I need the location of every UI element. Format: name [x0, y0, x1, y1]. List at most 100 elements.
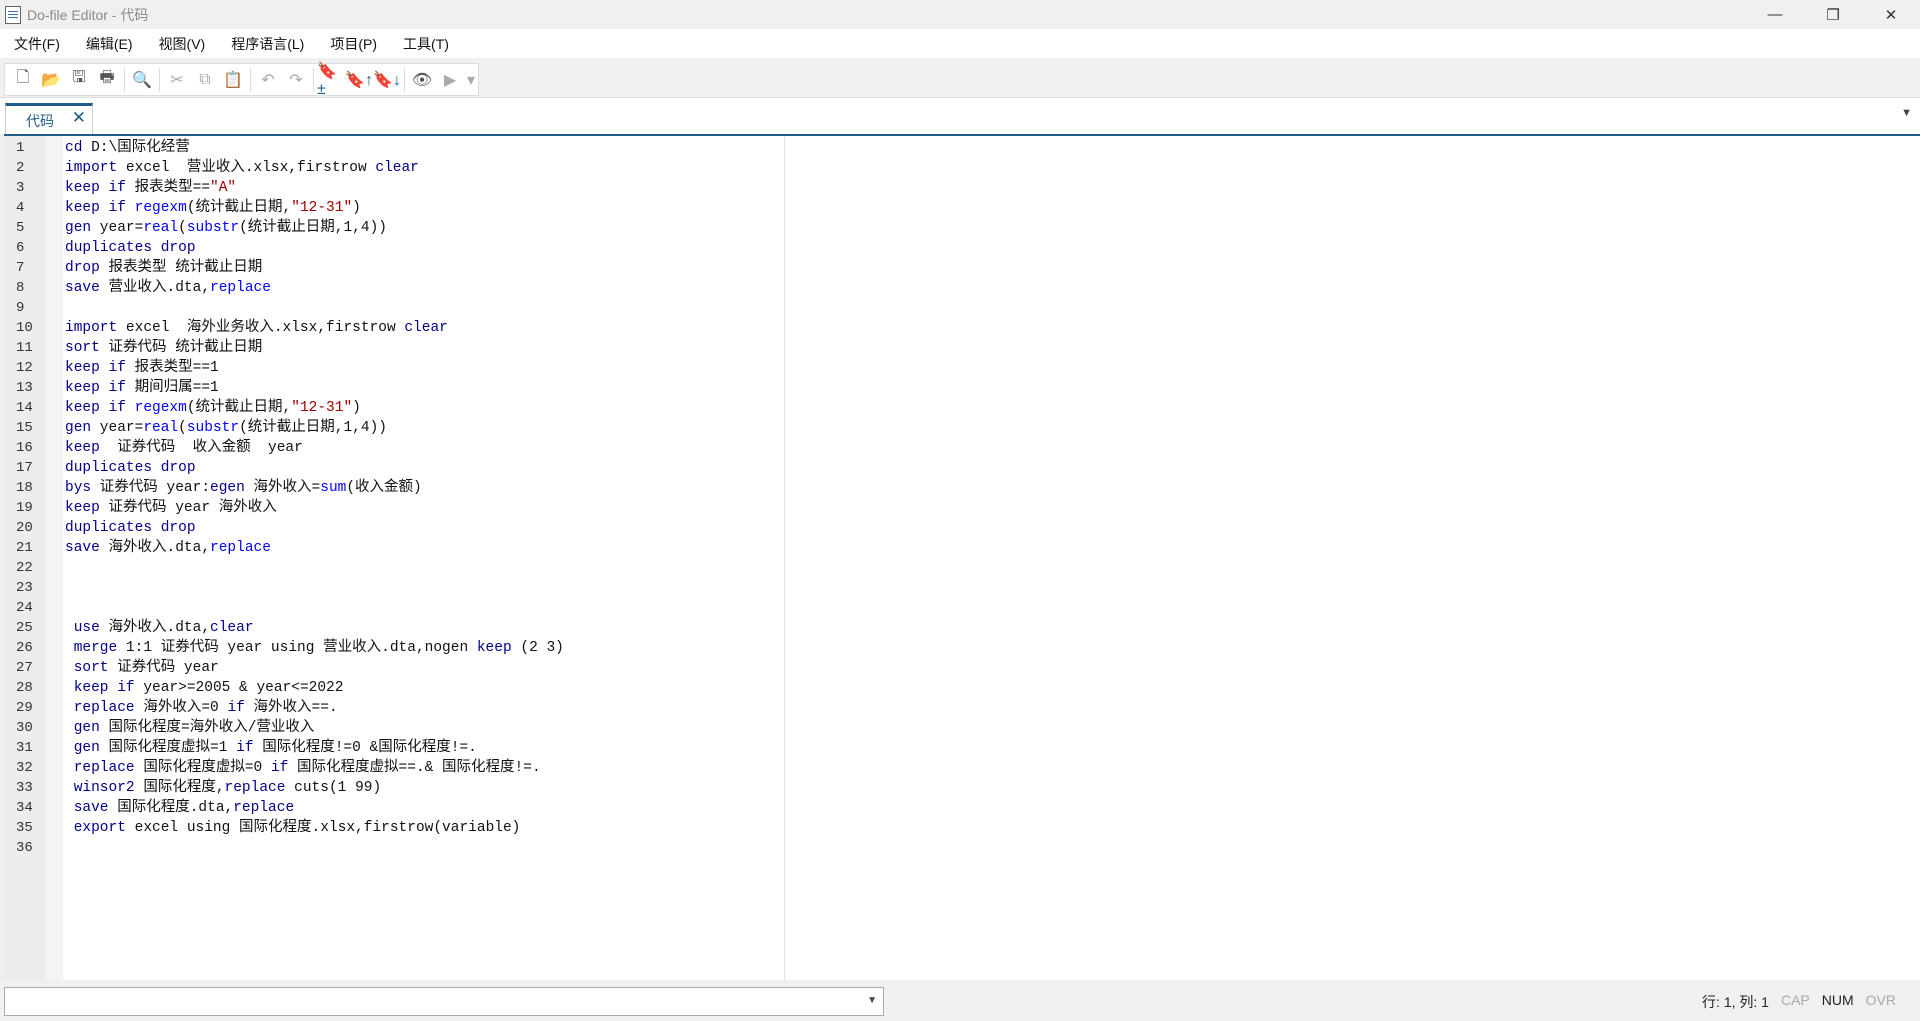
code-line[interactable]: 11 sort 证券代码 统计截止日期 [4, 338, 1920, 358]
redo-icon[interactable]: ↷ [282, 67, 310, 93]
code-line[interactable]: 34 save 国际化程度.dta,replace [4, 798, 1920, 818]
code-line[interactable]: 1 cd D:\国际化经营 [4, 138, 1920, 158]
code-line[interactable]: 8 save 营业收入.dta,replace [4, 278, 1920, 298]
open-folder-icon[interactable]: 📂 [37, 67, 65, 93]
find-icon[interactable]: 🔍 [128, 67, 156, 93]
line-number: 25 [16, 620, 33, 636]
menu-file[interactable]: 文件(F) [0, 34, 72, 54]
code-line[interactable]: 5 gen year=real(substr(统计截止日期,1,4)) [4, 218, 1920, 238]
command-dropdown-icon[interactable]: ▼ [867, 995, 877, 1006]
code-line[interactable]: 7 drop 报表类型 统计截止日期 [4, 258, 1920, 278]
code-text: bys 证券代码 year:egen 海外收入=sum(收入金额) [65, 478, 422, 498]
text-token: (统计截止日期,1,4)) [239, 420, 387, 436]
restore-button[interactable]: ❐ [1804, 0, 1862, 29]
line-number: 18 [16, 480, 33, 496]
code-line[interactable]: 12 keep if 报表类型==1 [4, 358, 1920, 378]
keyword-token: bys [65, 480, 92, 496]
code-line[interactable]: 35 export excel using 国际化程度.xlsx,firstro… [4, 818, 1920, 838]
tab-code[interactable]: 代码 ✕ [5, 103, 93, 134]
text-token: (统计截止日期,1,4)) [239, 220, 387, 236]
code-editor[interactable]: 1 cd D:\国际化经营 2 import excel 营业收入.xlsx,firs… [4, 134, 1920, 980]
copy-icon[interactable]: ⧉ [191, 67, 219, 93]
function-token: sum [320, 480, 347, 496]
previous-bookmark-icon[interactable]: 🔖↑ [345, 67, 373, 93]
text-token: 国际化程度.dta, [108, 800, 234, 816]
cut-icon[interactable]: ✂ [163, 67, 191, 93]
code-line[interactable]: 10 import excel 海外业务收入.xlsx,firstrow clea… [4, 318, 1920, 338]
close-button[interactable]: ✕ [1862, 0, 1920, 29]
menu-tools[interactable]: 工具(T) [389, 34, 461, 54]
toolbar-separator [250, 67, 251, 92]
undo-icon[interactable]: ↶ [254, 67, 282, 93]
toggle-bookmark-icon[interactable]: 🔖± [317, 63, 345, 98]
code-line[interactable]: 30 gen 国际化程度=海外收入/营业收入 [4, 718, 1920, 738]
next-bookmark-icon[interactable]: 🔖↓ [373, 67, 401, 93]
code-text: import excel 海外业务收入.xlsx,firstrow clear [65, 318, 448, 338]
show-file-icon[interactable]: 👁 [408, 67, 436, 93]
code-line[interactable]: 17 duplicates drop [4, 458, 1920, 478]
code-line[interactable]: 13 keep if 期间归属==1 [4, 378, 1920, 398]
menu-view[interactable]: 视图(V) [145, 34, 218, 54]
code-line[interactable]: 24 [4, 598, 1920, 618]
code-line[interactable]: 20 duplicates drop [4, 518, 1920, 538]
tab-list-dropdown-icon[interactable]: ▼ [1901, 107, 1912, 119]
function-token: substr [186, 420, 240, 436]
code-line[interactable]: 19 keep 证券代码 year 海外收入 [4, 498, 1920, 518]
code-text: replace 海外收入=0 if 海外收入==. [65, 698, 338, 718]
code-text: gen 国际化程度=海外收入/营业收入 [65, 718, 315, 738]
code-line[interactable]: 31 gen 国际化程度虚拟=1 if 国际化程度!=0 &国际化程度!=. [4, 738, 1920, 758]
keyword-token: replace [224, 780, 286, 796]
code-text: duplicates drop [65, 458, 196, 478]
keyword-token: replace [233, 800, 295, 816]
save-icon[interactable]: 🖫 [65, 67, 93, 93]
code-line[interactable]: 18 bys 证券代码 year:egen 海外收入=sum(收入金额) [4, 478, 1920, 498]
print-icon[interactable]: 🖶 [93, 67, 121, 93]
code-line[interactable]: 15 gen year=real(substr(统计截止日期,1,4)) [4, 418, 1920, 438]
minimize-button[interactable]: — [1746, 0, 1804, 29]
code-line[interactable]: 2 import excel 营业收入.xlsx,firstrow clear [4, 158, 1920, 178]
code-line[interactable]: 14 keep if regexm(统计截止日期,"12-31") [4, 398, 1920, 418]
keyword-token: clear [404, 320, 448, 336]
text-token: 国际化程度=海外收入/营业收入 [99, 720, 315, 736]
code-text: sort 证券代码 year [65, 658, 219, 678]
text-token: year= [91, 420, 144, 436]
keyword-token: drop [65, 260, 100, 276]
paste-icon[interactable]: 📋 [219, 67, 247, 93]
code-line[interactable]: 25 use 海外收入.dta,clear [4, 618, 1920, 638]
menu-edit[interactable]: 编辑(E) [72, 34, 145, 54]
line-number: 9 [16, 300, 25, 316]
text-token: (2 3) [511, 640, 564, 656]
text-token: (统计截止日期, [186, 400, 292, 416]
keyword-token: gen [73, 740, 100, 756]
code-line[interactable]: 36 [4, 838, 1920, 858]
code-line[interactable]: 22 [4, 558, 1920, 578]
keyword-token: keep [65, 440, 100, 456]
new-file-icon[interactable]: 🗋 [9, 67, 37, 93]
code-line[interactable]: 16 keep 证券代码 收入金额 year [4, 438, 1920, 458]
function-token: real [143, 420, 179, 436]
code-line[interactable]: 3 keep if 报表类型=="A" [4, 178, 1920, 198]
menu-language[interactable]: 程序语言(L) [217, 34, 316, 54]
code-line[interactable]: 29 replace 海外收入=0 if 海外收入==. [4, 698, 1920, 718]
line-number: 30 [16, 720, 33, 736]
code-line[interactable]: 28 keep if year>=2005 & year<=2022 [4, 678, 1920, 698]
execute-icon[interactable]: ▶ [436, 67, 464, 93]
code-line[interactable]: 23 [4, 578, 1920, 598]
code-line[interactable]: 21 save 海外收入.dta,replace [4, 538, 1920, 558]
code-line[interactable]: 27 sort 证券代码 year [4, 658, 1920, 678]
line-number: 35 [16, 820, 33, 836]
code-line[interactable]: 9 [4, 298, 1920, 318]
code-line[interactable]: 32 replace 国际化程度虚拟=0 if 国际化程度虚拟==.& 国际化程… [4, 758, 1920, 778]
execute-dropdown-icon[interactable]: ▾ [464, 67, 478, 93]
code-line[interactable]: 6 duplicates drop [4, 238, 1920, 258]
command-input[interactable]: ▼ [4, 987, 884, 1016]
close-tab-icon[interactable]: ✕ [72, 108, 86, 128]
code-line[interactable]: 4 keep if regexm(统计截止日期,"12-31") [4, 198, 1920, 218]
code-line[interactable]: 26 merge 1:1 证券代码 year using 营业收入.dta,no… [4, 638, 1920, 658]
code-line[interactable]: 33 winsor2 国际化程度,replace cuts(1 99) [4, 778, 1920, 798]
text-token: 国际化程度, [134, 780, 225, 796]
menu-project[interactable]: 项目(P) [316, 34, 389, 54]
